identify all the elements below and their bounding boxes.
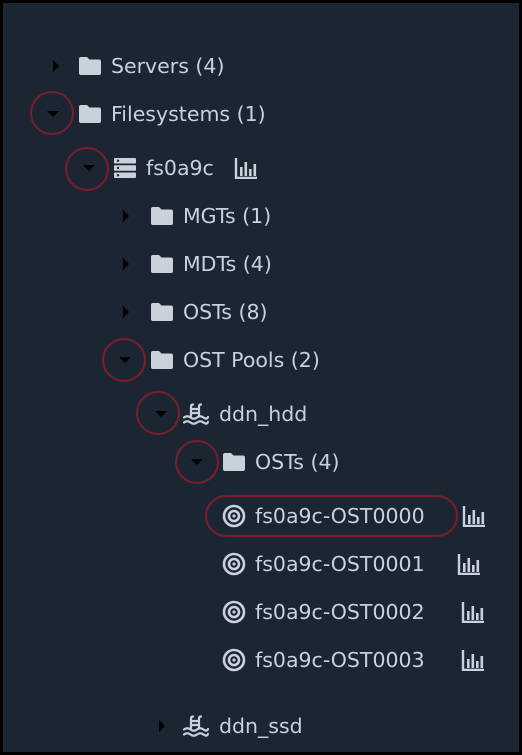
tree-node-pool-ddn-ssd[interactable]: ddn_ssd	[3, 706, 519, 746]
server-stack-icon	[113, 148, 137, 188]
tree-node-label[interactable]: fs0a9c-OST0001	[255, 544, 425, 584]
tree-node-label[interactable]: fs0a9c-OST0003	[255, 640, 425, 680]
folder-icon	[150, 244, 174, 284]
tree-node-target[interactable]: fs0a9c-OST0002	[3, 592, 519, 632]
tree-node-label[interactable]: OSTs (4)	[255, 442, 340, 482]
tree-node-filesystems[interactable]: Filesystems (1)	[3, 94, 519, 134]
target-icon	[222, 592, 246, 632]
tree-node-mgts[interactable]: MGTs (1)	[3, 196, 519, 236]
folder-icon	[150, 292, 174, 332]
folder-icon	[222, 442, 246, 482]
bar-chart-icon[interactable]	[457, 544, 481, 584]
target-icon	[222, 496, 246, 536]
tree-node-filesystem-fs0a9c[interactable]: fs0a9c	[3, 148, 519, 188]
tree-node-label[interactable]: MGTs (1)	[183, 196, 271, 236]
folder-icon	[78, 94, 102, 134]
tree-node-label[interactable]: OSTs (8)	[183, 292, 268, 332]
chevron-down-icon[interactable]	[141, 394, 181, 434]
chevron-right-icon[interactable]	[106, 196, 146, 236]
chevron-down-icon[interactable]	[69, 148, 109, 188]
tree-node-label[interactable]: fs0a9c-OST0000	[255, 496, 425, 536]
chevron-down-icon[interactable]	[177, 442, 217, 482]
bar-chart-icon[interactable]	[234, 148, 258, 188]
bar-chart-icon[interactable]	[461, 640, 485, 680]
folder-icon	[150, 340, 174, 380]
tree-node-pool-ddn-hdd[interactable]: ddn_hdd	[3, 394, 519, 434]
chevron-right-icon[interactable]	[142, 706, 182, 746]
tree-node-target[interactable]: fs0a9c-OST0001	[3, 544, 519, 584]
pool-icon	[183, 394, 209, 434]
tree-node-label[interactable]: Servers (4)	[111, 46, 224, 86]
tree-node-mdts[interactable]: MDTs (4)	[3, 244, 519, 284]
tree-node-label[interactable]: MDTs (4)	[183, 244, 272, 284]
chevron-down-icon[interactable]	[33, 94, 73, 134]
tree-node-label[interactable]: OST Pools (2)	[183, 340, 320, 380]
tree-node-ost-pools[interactable]: OST Pools (2)	[3, 340, 519, 380]
target-icon	[222, 640, 246, 680]
tree-node-label[interactable]: ddn_ssd	[219, 706, 303, 746]
chevron-down-icon[interactable]	[105, 340, 145, 380]
chevron-right-icon[interactable]	[106, 244, 146, 284]
tree-node-target[interactable]: fs0a9c-OST0000	[3, 496, 519, 536]
tree-node-servers[interactable]: Servers (4)	[3, 46, 519, 86]
tree-node-target[interactable]: fs0a9c-OST0003	[3, 640, 519, 680]
bar-chart-icon[interactable]	[462, 496, 486, 536]
bar-chart-icon[interactable]	[461, 592, 485, 632]
chevron-right-icon[interactable]	[106, 292, 146, 332]
folder-icon	[78, 46, 102, 86]
tree-node-label[interactable]: fs0a9c-OST0002	[255, 592, 425, 632]
chevron-right-icon[interactable]	[36, 46, 76, 86]
pool-icon	[183, 706, 209, 746]
tree-node-label[interactable]: fs0a9c	[146, 148, 214, 188]
tree-node-pool-osts[interactable]: OSTs (4)	[3, 442, 519, 482]
folder-icon	[150, 196, 174, 236]
tree-node-osts[interactable]: OSTs (8)	[3, 292, 519, 332]
target-icon	[222, 544, 246, 584]
tree-node-label[interactable]: ddn_hdd	[219, 394, 307, 434]
tree-panel: Servers (4) Filesystems (1) fs0a9c MGTs …	[3, 3, 519, 752]
tree-node-label[interactable]: Filesystems (1)	[111, 94, 266, 134]
